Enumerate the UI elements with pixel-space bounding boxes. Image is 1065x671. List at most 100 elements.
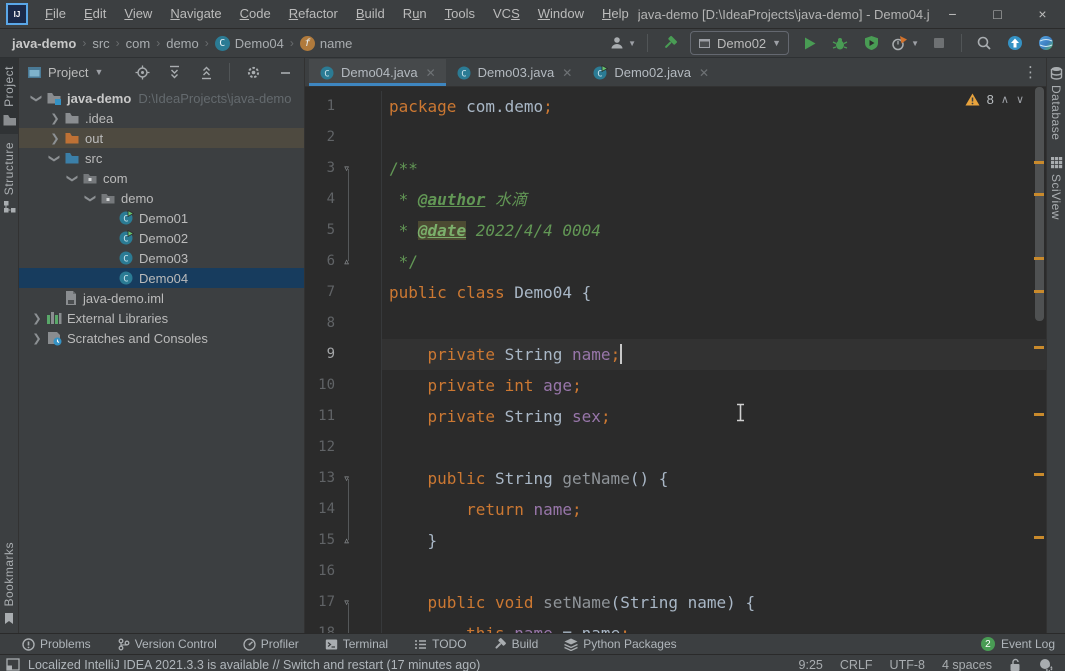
menu-view[interactable]: View [115,0,161,28]
tree-item-demo[interactable]: ❯demo [19,188,304,208]
toolwindow-button-terminal[interactable]: Terminal [325,637,388,651]
code-line-17[interactable]: 17▿ public void setName(String name) { [305,587,1046,618]
search-everywhere-button[interactable] [973,32,995,54]
run-config-combo[interactable]: Demo02▼ [690,31,789,55]
tool-windows-toggle-icon[interactable] [6,658,20,671]
stripe-button-sciview[interactable]: SciView [1047,148,1065,228]
tree-chevron-icon[interactable]: ❯ [47,132,63,145]
breadcrumb-com[interactable]: com [126,36,151,51]
line-number[interactable]: 18 [305,618,335,633]
tree-chevron-icon[interactable]: ❯ [47,152,63,165]
warning-stripe-mark[interactable] [1034,193,1044,196]
code-line-10[interactable]: 10 private int age; [305,370,1046,401]
close-icon[interactable]: ✕ [699,66,709,80]
stripe-button-structure[interactable]: Structure [0,134,18,221]
tree-item-java-demo[interactable]: ❯java-demoD:\IdeaProjects\java-demo [19,88,304,108]
tree-chevron-icon[interactable]: ❯ [47,112,63,125]
build-hammer-button[interactable] [659,32,681,54]
code-line-15[interactable]: 15▵ } [305,525,1046,556]
toolwindow-button-profiler[interactable]: Profiler [243,637,299,651]
line-number[interactable]: 7 [305,277,335,308]
next-warning-icon[interactable]: ∨ [1016,93,1024,106]
code-line-2[interactable]: 2 [305,122,1046,153]
breadcrumb-demo04[interactable]: CDemo04 [215,36,284,51]
tree-item-external-libraries[interactable]: ❯External Libraries [19,308,304,328]
lock-icon[interactable] [1009,658,1021,671]
menu-help[interactable]: Help [593,0,638,28]
tree-chevron-icon[interactable]: ❯ [29,332,45,345]
collapse-all-button[interactable] [195,61,217,83]
line-number[interactable]: 6 [305,246,335,277]
line-number[interactable]: 11 [305,401,335,432]
line-number[interactable]: 10 [305,370,335,401]
warning-stripe-mark[interactable] [1034,346,1044,349]
code-line-3[interactable]: 3▿/** [305,153,1046,184]
code-line-11[interactable]: 11 private String sex; [305,401,1046,432]
tree-item-src[interactable]: ❯src [19,148,304,168]
line-number[interactable]: 2 [305,122,335,153]
close-icon[interactable]: ✕ [426,66,436,80]
toolwindow-button-problems[interactable]: Problems [22,637,91,651]
stripe-button-database[interactable]: Database [1047,58,1065,148]
tree-chevron-icon[interactable]: ❯ [83,192,99,205]
expand-all-button[interactable] [163,61,185,83]
warning-stripe-mark[interactable] [1034,473,1044,476]
fold-gutter[interactable]: ▵ [335,525,381,556]
run-button[interactable] [798,32,820,54]
code-line-7[interactable]: 7public class Demo04 { [305,277,1046,308]
stripe-button-bookmarks[interactable]: Bookmarks [0,534,18,633]
user-menu-button[interactable]: ▼ [609,32,636,54]
warning-stripe-mark[interactable] [1034,257,1044,260]
warning-stripe-mark[interactable] [1034,413,1044,416]
scrollbar-thumb[interactable] [1035,87,1044,321]
code-line-8[interactable]: 8 [305,308,1046,339]
line-number[interactable]: 13 [305,463,335,494]
toolwindow-button-python-packages[interactable]: Python Packages [564,637,676,651]
fold-gutter[interactable]: ▿ [335,153,381,184]
warning-stripe-mark[interactable] [1034,290,1044,293]
line-separator-widget[interactable]: CRLF [840,658,873,671]
caret-position-widget[interactable]: 9:25 [799,658,823,671]
run-with-coverage-button[interactable] [860,32,882,54]
code-editor[interactable]: 1package com.demo;23▿/**4 * @author 水滴5 … [305,87,1046,633]
line-number[interactable]: 17 [305,587,335,618]
tree-item-demo02[interactable]: CDemo02 [19,228,304,248]
menu-vcs[interactable]: VCS [484,0,529,28]
line-number[interactable]: 15 [305,525,335,556]
ide-update-button[interactable] [1004,32,1026,54]
tab-demo04-java[interactable]: CDemo04.java✕ [309,59,446,86]
line-number[interactable]: 4 [305,184,335,215]
indent-widget[interactable]: 4 spaces [942,658,992,671]
code-line-6[interactable]: 6▵ */ [305,246,1046,277]
close-icon[interactable]: ✕ [562,66,572,80]
line-number[interactable]: 12 [305,432,335,463]
code-line-5[interactable]: 5 * @date 2022/4/4 0004 [305,215,1046,246]
tab-demo03-java[interactable]: CDemo03.java✕ [446,59,583,86]
close-button[interactable]: × [1020,0,1065,28]
code-line-13[interactable]: 13▿ public String getName() { [305,463,1046,494]
tree-item-com[interactable]: ❯com [19,168,304,188]
code-line-1[interactable]: 1package com.demo; [305,91,1046,122]
menu-navigate[interactable]: Navigate [161,0,230,28]
event-log-button[interactable]: 2 Event Log [981,637,1055,651]
maximize-button[interactable]: □ [975,0,1020,28]
tree-item-demo03[interactable]: CDemo03 [19,248,304,268]
code-line-12[interactable]: 12 [305,432,1046,463]
breadcrumb-java-demo[interactable]: java-demo [12,36,76,51]
tree-chevron-icon[interactable]: ❯ [29,92,45,105]
tree-chevron-icon[interactable]: ❯ [65,172,81,185]
project-panel-title[interactable]: Project [48,65,88,80]
menu-file[interactable]: File [36,0,75,28]
menu-tools[interactable]: Tools [436,0,484,28]
line-number[interactable]: 1 [305,91,335,122]
profiler-button[interactable]: ▼ [891,32,919,54]
status-message[interactable]: Localized IntelliJ IDEA 2021.3.3 is avai… [28,658,480,671]
line-number[interactable]: 5 [305,215,335,246]
breadcrumb-src[interactable]: src [92,36,109,51]
menu-refactor[interactable]: Refactor [280,0,347,28]
chevron-down-icon[interactable]: ▼ [94,67,103,77]
highlighting-level-icon[interactable] [1038,658,1053,671]
tree-item-out[interactable]: ❯out [19,128,304,148]
project-tree[interactable]: ❯java-demoD:\IdeaProjects\java-demo❯.ide… [19,86,304,633]
tab-demo02-java[interactable]: CDemo02.java✕ [582,59,719,86]
